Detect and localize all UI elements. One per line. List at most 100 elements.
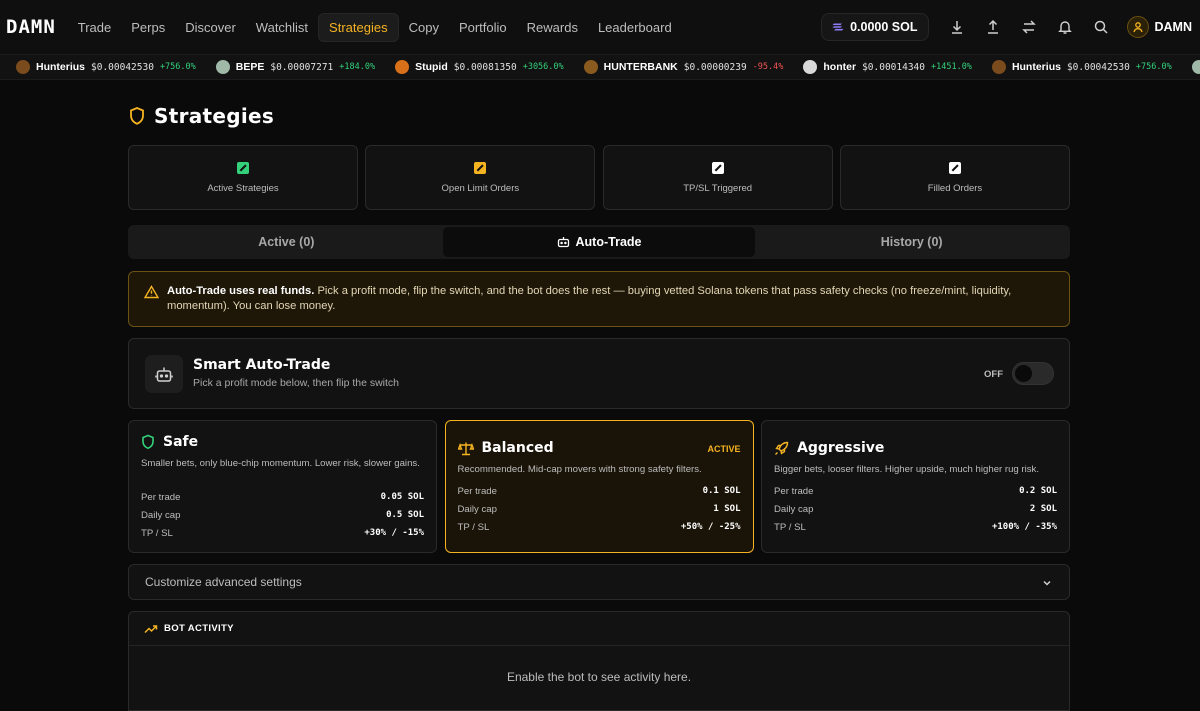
scale-icon — [457, 442, 474, 455]
robot-icon — [557, 237, 569, 248]
stat-card-filled-orders: Filled Orders — [839, 145, 1070, 210]
nav-item-strategies[interactable]: Strategies — [318, 12, 399, 42]
tab-active[interactable]: Active (0) — [130, 227, 443, 257]
ticker-item[interactable]: Hunterius $0.00042530 +756.0% — [991, 60, 1172, 74]
mode-description: Smaller bets, only blue-chip momentum. L… — [141, 458, 420, 469]
tab-auto-trade[interactable]: Auto-Trade — [442, 227, 756, 257]
balance-button[interactable]: 0.0000 SOL — [821, 13, 929, 41]
nav-item-leaderboard[interactable]: Leaderboard — [588, 14, 682, 41]
auto-trade-toggle[interactable] — [1012, 362, 1054, 385]
nav-item-trade[interactable]: Trade — [68, 14, 121, 41]
row-value: +100% / -35% — [991, 522, 1057, 532]
search-icon[interactable] — [1087, 13, 1115, 41]
ticker-item[interactable]: Stupid $0.00081350 +3056.0% — [395, 60, 564, 74]
mode-card-balanced[interactable]: Balanced ACTIVE Recommended. Mid-cap mov… — [444, 420, 754, 553]
token-name: HUNTERBANK — [603, 61, 678, 73]
mode-card-aggressive[interactable]: Aggressive Bigger bets, looser filters. … — [761, 420, 1070, 553]
row-label: Daily cap — [774, 504, 814, 515]
token-name: Stupid — [415, 61, 448, 73]
ticker-item[interactable]: BEPE$0 — [1191, 60, 1200, 74]
token-change: +756.0% — [159, 62, 196, 72]
swap-icon[interactable] — [1015, 13, 1043, 41]
mode-card-safe[interactable]: Safe Smaller bets, only blue-chip moment… — [128, 420, 437, 553]
stat-label: Active Strategies — [207, 182, 279, 194]
bot-activity-empty: Enable the bot to see activity here. — [506, 670, 692, 684]
strategy-tabs: Active (0) Auto-Trade History (0) — [128, 225, 1070, 259]
advanced-settings-toggle[interactable]: Customize advanced settings — [128, 564, 1070, 600]
mode-row-daily-cap: Daily cap 0.5 SOL — [141, 510, 424, 521]
row-value: 2 SOL — [1029, 504, 1057, 514]
row-label: TP / SL — [457, 522, 490, 533]
mode-header: Balanced — [457, 440, 554, 456]
row-label: Daily cap — [457, 504, 497, 515]
mode-row-daily-cap: Daily cap 2 SOL — [774, 504, 1057, 515]
tab-auto-trade-label: Auto-Trade — [575, 235, 642, 249]
token-change: -95.4% — [752, 62, 784, 72]
app-logo[interactable]: DAMN — [6, 16, 56, 38]
stat-card-tpsl-triggered: TP/SL Triggered — [602, 145, 833, 210]
token-name: honter — [823, 61, 857, 73]
stat-card-active-strategies: Active Strategies — [128, 145, 358, 210]
mode-row-per-trade: Per trade 0.1 SOL — [458, 486, 741, 497]
ticker-item[interactable]: Hunterius $0.00042530 +756.0% — [16, 60, 196, 74]
robot-icon — [145, 355, 183, 393]
row-label: Per trade — [141, 492, 181, 503]
nav-item-perps[interactable]: Perps — [121, 14, 175, 41]
rocket-icon — [775, 441, 789, 455]
nav-item-rewards[interactable]: Rewards — [517, 14, 588, 41]
nav-item-copy[interactable]: Copy — [399, 14, 449, 41]
deposit-icon[interactable] — [943, 13, 971, 41]
toggle-knob — [1015, 365, 1032, 382]
bell-icon[interactable] — [1051, 13, 1079, 41]
mode-row-tpsl: TP / SL +100% / -35% — [774, 522, 1057, 533]
token-price: $0.00007271 — [270, 61, 334, 73]
shield-icon — [130, 107, 144, 125]
auto-trade-subtitle: Pick a profit mode below, then flip the … — [193, 377, 400, 389]
row-value: +50% / -25% — [680, 522, 741, 532]
token-change: +1451.0% — [930, 62, 972, 72]
nav-item-portfolio[interactable]: Portfolio — [449, 14, 517, 41]
token-price: $0.00014340 — [862, 61, 925, 73]
warning-bold: Auto-Trade uses real funds. — [167, 285, 315, 297]
ticker-item[interactable]: honter $0.00014340 +1451.0% — [803, 60, 972, 74]
tab-history[interactable]: History (0) — [755, 227, 1068, 257]
smart-auto-trade-card: Smart Auto-Trade Pick a profit mode belo… — [128, 338, 1070, 409]
token-avatar-icon — [991, 60, 1006, 74]
row-label: Per trade — [774, 486, 814, 497]
status-square-icon — [474, 161, 487, 174]
row-value: 0.5 SOL — [386, 510, 424, 520]
shield-icon — [142, 434, 154, 450]
mode-description: Recommended. Mid-cap movers with strong … — [457, 464, 702, 475]
withdraw-icon[interactable] — [979, 13, 1007, 41]
ticker-item[interactable]: BEPE $0.00007271 +184.0% — [215, 60, 376, 74]
warning-icon — [144, 285, 159, 299]
token-ticker: Hunterius $0.00042530 +756.0% BEPE $0.000072… — [0, 54, 1200, 80]
stat-label: Open Limit Orders — [441, 182, 520, 194]
mode-row-per-trade: Per trade 0.2 SOL — [774, 486, 1057, 497]
status-square-icon — [948, 161, 961, 174]
nav-item-discover[interactable]: Discover — [175, 14, 246, 41]
page-header: Strategies — [128, 104, 274, 128]
advanced-settings-label: Customize advanced settings — [145, 575, 302, 589]
page-title: Strategies — [154, 104, 275, 128]
mode-row-daily-cap: Daily cap 1 SOL — [458, 504, 741, 515]
token-name: Hunterius — [1011, 61, 1061, 73]
mode-description: Bigger bets, looser filters. Higher upsi… — [774, 464, 1040, 475]
token-change: +756.0% — [1135, 62, 1172, 72]
bot-activity-header: BOT ACTIVITY — [129, 612, 1069, 646]
username: DAMN — [1154, 20, 1193, 34]
toggle-state-label: OFF — [984, 369, 1003, 380]
token-change: +184.0% — [339, 62, 376, 72]
auto-trade-title: Smart Auto-Trade — [193, 357, 331, 373]
row-label: Daily cap — [141, 510, 181, 521]
user-avatar-icon — [1126, 16, 1149, 38]
status-square-icon — [711, 161, 724, 174]
row-value: +30% / -15% — [364, 528, 424, 538]
nav-item-watchlist[interactable]: Watchlist — [246, 14, 318, 41]
token-price: $0.00042530 — [91, 61, 154, 73]
token-change: +3056.0% — [522, 62, 564, 72]
token-price: $0.00042530 — [1066, 61, 1130, 73]
user-menu[interactable]: DAMN — [1126, 16, 1193, 38]
ticker-item[interactable]: HUNTERBANK $0.00000239 -95.4% — [583, 60, 784, 74]
stats-row: Active Strategies Open Limit Orders TP/S… — [128, 145, 1070, 210]
